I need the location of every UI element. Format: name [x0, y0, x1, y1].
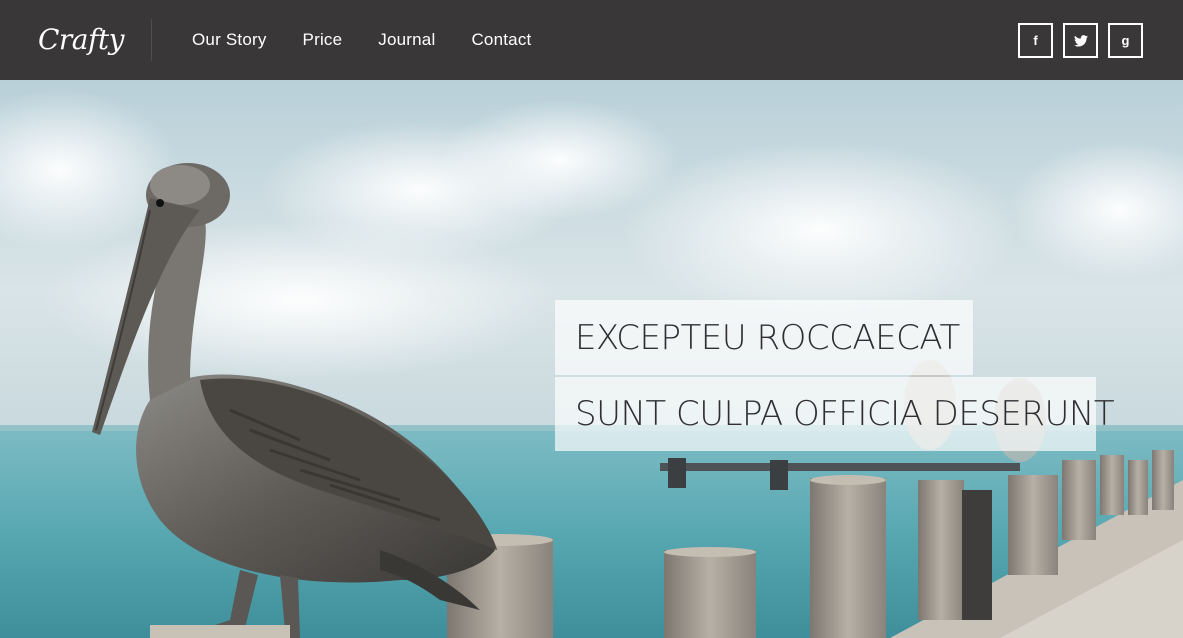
- site-logo[interactable]: Crafty: [38, 18, 124, 62]
- nav-journal[interactable]: Journal: [378, 30, 435, 50]
- hero-headline-line-1: EXCEPTEU ROCCAECAT: [555, 300, 973, 375]
- facebook-button[interactable]: f: [1018, 23, 1053, 58]
- hero-banner: EXCEPTEU ROCCAECAT SUNT CULPA OFFICIA DE…: [0, 80, 1183, 638]
- hero-headline-line-2: SUNT CULPA OFFICIA DESERUNT: [555, 377, 1115, 451]
- top-navigation-bar: Crafty Our Story Price Journal Contact f…: [0, 0, 1183, 80]
- twitter-icon: [1073, 34, 1088, 47]
- header-divider: [151, 19, 152, 61]
- main-nav: Our Story Price Journal Contact: [192, 0, 567, 80]
- facebook-icon: f: [1033, 33, 1038, 48]
- nav-price[interactable]: Price: [303, 30, 343, 50]
- google-plus-button[interactable]: g: [1108, 23, 1143, 58]
- twitter-button[interactable]: [1063, 23, 1098, 58]
- nav-our-story[interactable]: Our Story: [192, 30, 267, 50]
- social-links: f g: [1008, 23, 1143, 58]
- nav-contact[interactable]: Contact: [471, 30, 531, 50]
- google-plus-icon: g: [1121, 33, 1130, 48]
